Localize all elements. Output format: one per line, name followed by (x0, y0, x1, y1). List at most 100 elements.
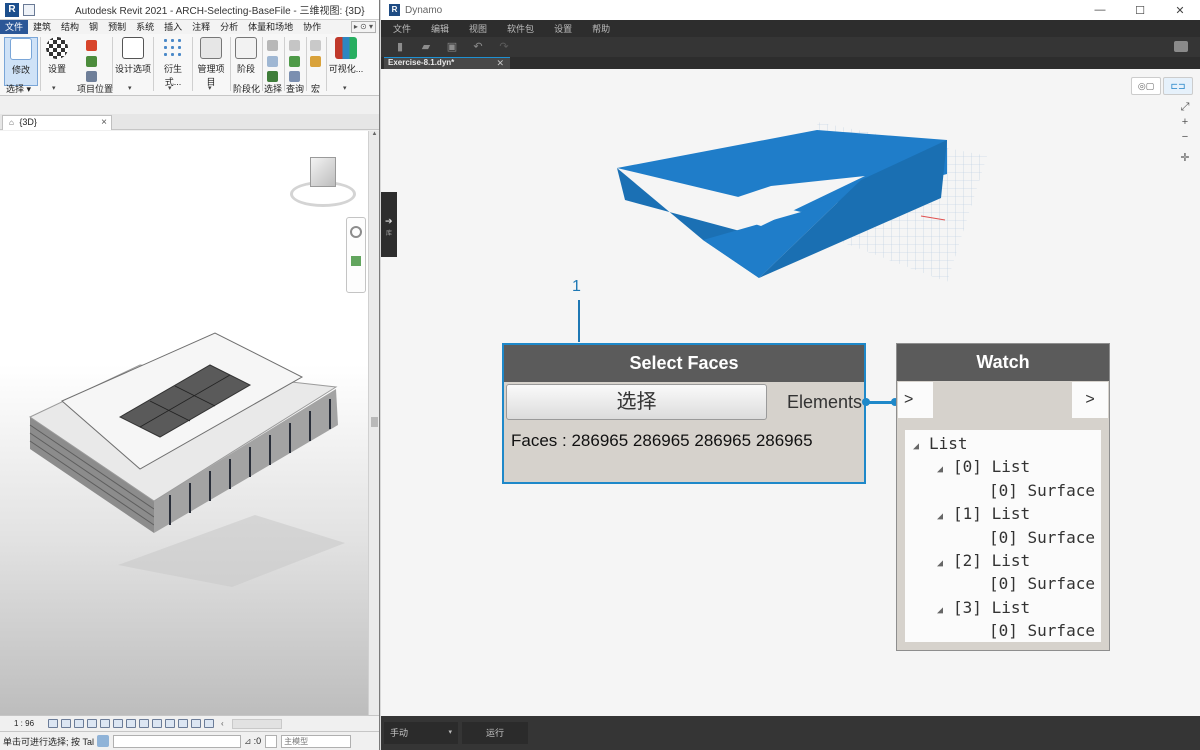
chevron-down-icon[interactable]: ▾ (208, 84, 212, 92)
ribbon-tab-annotate[interactable]: 注释 (187, 20, 215, 34)
manage-color-icon[interactable] (86, 40, 97, 51)
select-faces-node[interactable]: Select Faces 选择 Elements Faces : 286965 … (502, 343, 866, 484)
tree-item[interactable]: ◢ [1] List (937, 504, 1030, 524)
ribbon-tab-structure[interactable]: 结构 (56, 20, 84, 34)
ribbon-tab-file[interactable]: 文件 (0, 20, 29, 34)
coordinates-icon[interactable] (86, 71, 97, 82)
scroll-thumb[interactable] (371, 417, 378, 427)
select-by-face-icon[interactable] (267, 71, 278, 82)
close-button[interactable]: ✕ (1160, 4, 1200, 17)
navigation-bar[interactable] (346, 217, 366, 293)
viewcube-widget[interactable] (290, 157, 356, 213)
select-links-icon[interactable] (267, 40, 278, 51)
background-3d-preview[interactable] (611, 116, 1041, 286)
design-options-button[interactable]: 设计选项 (115, 37, 151, 75)
tree-item[interactable]: ◢ [2] List (937, 551, 1030, 571)
zoom-in-icon[interactable]: + (1177, 115, 1193, 130)
shadows-icon[interactable] (87, 719, 98, 728)
output-port-elements[interactable]: Elements (772, 384, 864, 420)
expand-triangle-icon[interactable]: ◢ (937, 605, 943, 616)
camera-icon[interactable] (1174, 41, 1188, 52)
building-model-graphic[interactable] (0, 131, 368, 715)
ribbon-tab-analyze[interactable]: 分析 (215, 20, 243, 34)
ribbon-tab-systems[interactable]: 系统 (131, 20, 159, 34)
close-icon[interactable]: × (101, 116, 107, 129)
new-file-icon[interactable]: ▮ (393, 41, 407, 53)
save-icon[interactable]: ▣ (445, 41, 459, 53)
temporary-hide-icon[interactable] (152, 719, 163, 728)
revit-3d-viewport[interactable] (0, 131, 368, 715)
visualize-button[interactable]: 可视化... (328, 37, 364, 75)
render-icon[interactable] (100, 719, 111, 728)
view-scale[interactable]: 1 : 96 (14, 719, 34, 728)
open-file-icon[interactable]: ▰ (419, 41, 433, 53)
show-crop-icon[interactable] (126, 719, 137, 728)
node-title[interactable]: Select Faces (504, 345, 864, 382)
filter-icon[interactable]: ⊿ (244, 736, 252, 747)
revit-logo-icon[interactable]: R (5, 2, 19, 17)
menu-edit[interactable]: 编辑 (421, 22, 459, 35)
run-mode-dropdown[interactable]: 手动 ▾ (384, 722, 458, 744)
tree-item[interactable]: ◢ [0] List (937, 457, 1030, 477)
ribbon-tab-collaborate[interactable]: 协作 (298, 20, 326, 34)
steering-wheel-icon[interactable] (350, 226, 362, 238)
manage-project-button[interactable]: 管理项目 (194, 37, 228, 88)
output-port[interactable]: > (1072, 382, 1108, 418)
background-preview-toggle[interactable]: ◎▢ (1131, 77, 1161, 95)
input-port[interactable]: > (898, 382, 933, 418)
menu-settings[interactable]: 设置 (544, 22, 582, 35)
expand-triangle-icon[interactable]: ◢ (937, 511, 943, 522)
design-options-status-icon[interactable] (265, 734, 278, 748)
analytical-model-icon[interactable] (178, 719, 189, 728)
ribbon-overflow-button[interactable]: ▸ ⊙ ▾ (350, 21, 376, 33)
menu-packages[interactable]: 软件包 (497, 22, 544, 35)
highlight-displacement-icon[interactable] (191, 719, 202, 728)
menu-help[interactable]: 帮助 (582, 22, 620, 35)
reveal-hidden-icon[interactable] (165, 719, 176, 728)
crop-view-icon[interactable] (113, 719, 124, 728)
worksets-icon[interactable] (97, 735, 110, 747)
modify-button[interactable]: 修改 (4, 37, 38, 86)
ribbon-tab-massing-site[interactable]: 体量和场地 (243, 20, 298, 34)
undo-icon[interactable]: ↶ (471, 41, 485, 53)
node-title[interactable]: Watch (897, 344, 1109, 381)
run-button[interactable]: 运行 (462, 722, 528, 744)
watch-tree-view[interactable]: ◢ List ◢ [0] List [0] Surface ◢ [1] List [0… (905, 430, 1101, 642)
detail-level-icon[interactable] (48, 719, 59, 728)
menu-view[interactable]: 视图 (459, 22, 497, 35)
close-icon[interactable]: ✕ (496, 58, 504, 68)
location-icon[interactable] (86, 56, 97, 67)
workset-dropdown[interactable] (113, 734, 242, 748)
zoom-fit-icon[interactable]: ⤢ (1177, 100, 1193, 115)
macro-security-icon[interactable] (310, 56, 321, 67)
ribbon-group-select[interactable]: 选择 ▾ (6, 82, 31, 95)
inquiry-ids-icon[interactable] (289, 40, 300, 51)
phases-button[interactable]: 阶段 (229, 37, 263, 75)
expand-triangle-icon[interactable]: ◢ (937, 464, 943, 475)
derived-design-button[interactable]: 衍生式... (156, 37, 190, 88)
chevron-down-icon[interactable]: ▾ (52, 84, 56, 92)
select-pinned-icon[interactable] (267, 56, 278, 67)
revit-vertical-scrollbar[interactable]: ▲ (368, 131, 379, 715)
redo-icon[interactable]: ↷ (497, 41, 511, 53)
sun-path-icon[interactable] (74, 719, 85, 728)
constraints-icon[interactable] (204, 719, 215, 728)
minimize-button[interactable]: — (1080, 4, 1120, 17)
macro-manager-icon[interactable] (310, 40, 321, 51)
settings-button[interactable]: 设置 (40, 37, 74, 75)
tree-item[interactable]: ◢ [3] List (937, 598, 1030, 618)
expand-triangle-icon[interactable]: ◢ (937, 558, 943, 569)
expand-triangle-icon[interactable]: ◢ (913, 441, 919, 452)
scroll-up-arrow-icon[interactable]: ▲ (369, 131, 379, 137)
ribbon-tab-architecture[interactable]: 建筑 (28, 20, 56, 34)
library-toggle[interactable]: ➔ 库 (381, 192, 397, 257)
watch-node[interactable]: Watch > > ◢ List ◢ [0] List [0] Surface ◢ [… (896, 343, 1110, 651)
menu-file[interactable]: 文件 (381, 22, 421, 35)
chevron-left-icon[interactable]: ‹ (221, 719, 224, 728)
ribbon-tab-precast[interactable]: 预制 (103, 20, 131, 34)
select-button[interactable]: 选择 (506, 384, 767, 420)
chevron-down-icon[interactable]: ▾ (168, 84, 172, 92)
ribbon-tab-steel[interactable]: 钢 (84, 20, 103, 34)
chevron-down-icon[interactable]: ▾ (128, 84, 132, 92)
inquiry-select-icon[interactable] (289, 71, 300, 82)
